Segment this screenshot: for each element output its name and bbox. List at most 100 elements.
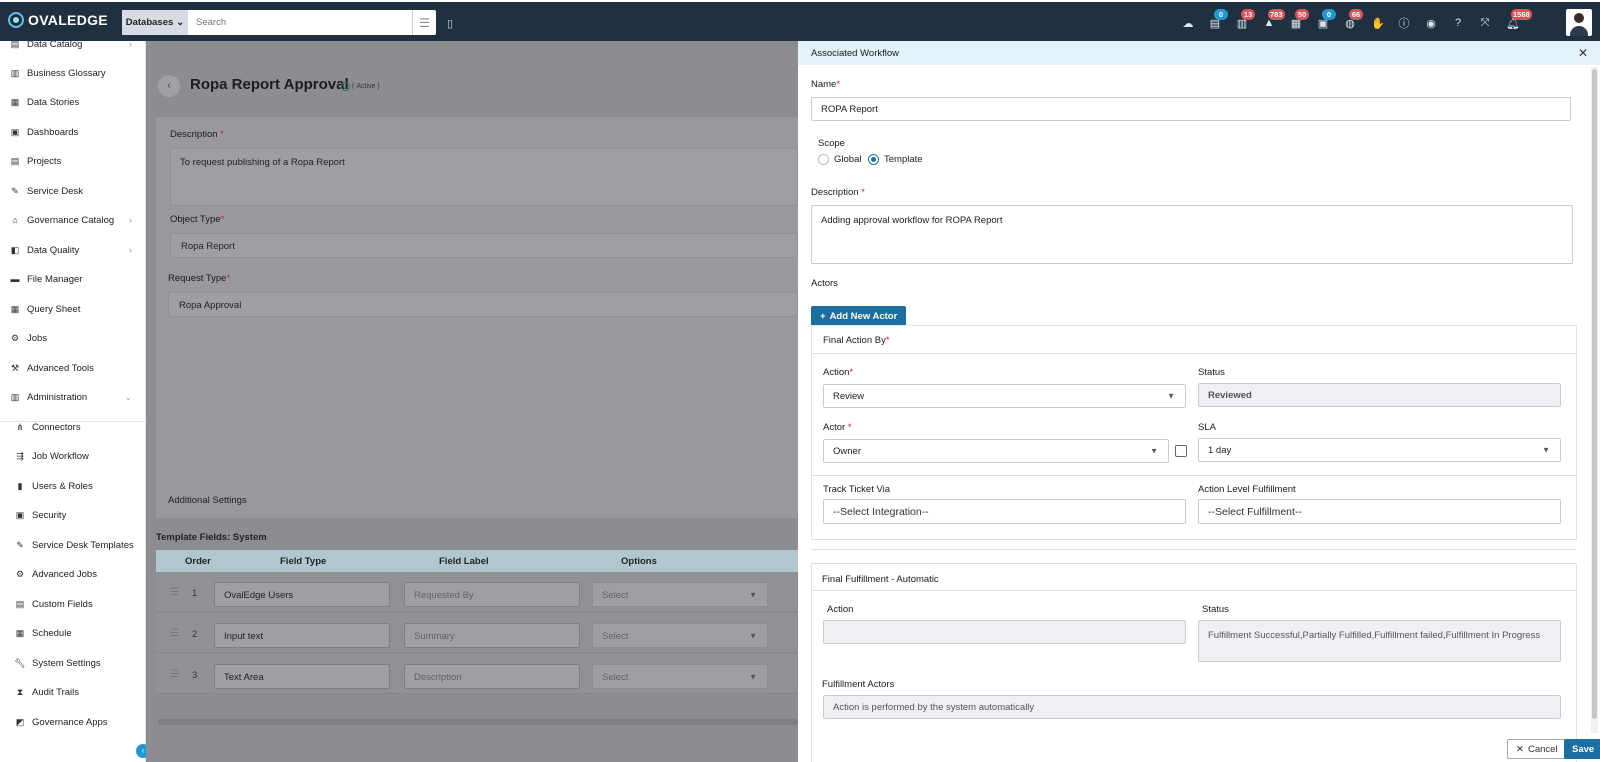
sidebar-item-data-stories[interactable]: ▦ Data Stories bbox=[10, 93, 136, 111]
hand-icon[interactable]: ✋ bbox=[1371, 17, 1385, 30]
drag-handle-icon[interactable]: ☰ bbox=[170, 628, 179, 639]
close-icon: ✕ bbox=[1516, 743, 1524, 755]
field-type-cell[interactable]: Input text bbox=[214, 623, 390, 648]
query-icon: ▦ bbox=[10, 303, 20, 314]
sidebar-item-audit-trails[interactable]: ⧗ Audit Trails bbox=[15, 683, 136, 701]
sidebar-item-jobs[interactable]: ⚙ Jobs bbox=[10, 329, 136, 347]
col-field-type: Field Type bbox=[280, 555, 327, 567]
name-label: Name* bbox=[811, 79, 841, 90]
description-textarea[interactable]: To request publishing of a Ropa Report bbox=[170, 148, 798, 206]
panel-scrollbar[interactable] bbox=[1591, 67, 1598, 733]
calendar-badge: 50 bbox=[1295, 8, 1309, 20]
messages-icon[interactable]: ◍ 66 bbox=[1344, 8, 1363, 30]
main-content: ‹ Ropa Report Approval (Active) Descript… bbox=[146, 41, 798, 762]
table-row[interactable]: ☰ 2 Input text Summary Select ▼ bbox=[156, 613, 798, 653]
field-label-cell[interactable]: Requested By bbox=[404, 582, 580, 607]
tasks-icon[interactable]: ▤ 0 bbox=[1209, 8, 1228, 30]
admin-icon: ▥ bbox=[10, 391, 20, 402]
field-type-cell[interactable]: OvalEdge Users bbox=[214, 582, 390, 607]
sidebar-item-service-desk-templates[interactable]: ✎ Service Desk Templates bbox=[15, 536, 136, 554]
caret-down-icon: ▼ bbox=[749, 590, 757, 599]
name-input[interactable]: ROPA Report bbox=[811, 97, 1571, 121]
sidebar-item-custom-fields[interactable]: ▤ Custom Fields bbox=[15, 595, 136, 613]
app-logo[interactable]: OVALEDGE bbox=[8, 12, 108, 28]
back-arrow-icon[interactable]: ‹ bbox=[158, 75, 180, 97]
field-label-cell[interactable]: Summary bbox=[404, 623, 580, 648]
notification-bell-icon[interactable]: 🔔︎ 1568 bbox=[1506, 8, 1532, 30]
search-menu-icon[interactable]: ☰ bbox=[412, 10, 436, 35]
search-scope-select[interactable]: Databases ⌄ bbox=[122, 10, 188, 35]
table-row[interactable]: ☰ 1 OvalEdge Users Requested By Select ▼ bbox=[156, 572, 798, 612]
options-select[interactable]: Select ▼ bbox=[592, 664, 768, 689]
options-select[interactable]: Select ▼ bbox=[592, 582, 768, 607]
sidebar-item-advanced-tools[interactable]: ⚒ Advanced Tools bbox=[10, 359, 136, 377]
sidebar-item-query-sheet[interactable]: ▦ Query Sheet bbox=[10, 300, 136, 318]
status-dot-icon bbox=[341, 82, 350, 91]
sidebar-item-connectors[interactable]: ⋔ Connectors bbox=[15, 418, 136, 436]
calendar-icon[interactable]: ▦ 50 bbox=[1290, 8, 1309, 30]
chevron-right-icon: › bbox=[129, 215, 132, 225]
sla-select[interactable]: 1 day ▼ bbox=[1198, 438, 1561, 462]
integration-select[interactable]: --Select Integration-- bbox=[823, 499, 1186, 524]
fulfillment-status-label: Status bbox=[1202, 604, 1229, 615]
sidebar-item-job-workflow[interactable]: ⇶ Job Workflow bbox=[15, 447, 136, 465]
upload-icon[interactable]: ☁ bbox=[1182, 17, 1194, 30]
drag-handle-icon[interactable]: ☰ bbox=[170, 587, 179, 598]
sidebar-item-system-settings[interactable]: 🔧︎ System Settings bbox=[14, 654, 136, 672]
sidebar-item-governance-catalog[interactable]: ⌂ Governance Catalog › bbox=[10, 211, 136, 229]
caret-down-icon: ▼ bbox=[749, 672, 757, 681]
add-new-actor-button[interactable]: + Add New Actor bbox=[811, 306, 907, 326]
sidebar-item-projects[interactable]: ▤ Projects bbox=[10, 152, 136, 170]
save-button[interactable]: Save bbox=[1564, 739, 1600, 759]
sidebar-item-administration[interactable]: ▥ Administration ⌄ bbox=[10, 388, 136, 406]
sidebar-item-advanced-jobs[interactable]: ⚙ Advanced Jobs bbox=[15, 565, 136, 583]
bookmark-icon[interactable]: ▯ bbox=[447, 17, 453, 30]
field-type-cell[interactable]: Text Area bbox=[214, 664, 390, 689]
info-icon[interactable]: ⓘ bbox=[1398, 15, 1410, 31]
scope-global-radio[interactable]: Global bbox=[818, 154, 861, 165]
description-textarea[interactable]: Adding approval workflow for ROPA Report bbox=[811, 205, 1573, 264]
close-icon[interactable]: ✕ bbox=[1578, 46, 1588, 60]
actor-checkbox[interactable] bbox=[1175, 445, 1187, 457]
scope-template-radio[interactable]: Template bbox=[868, 154, 923, 165]
horizontal-scrollbar[interactable] bbox=[158, 719, 798, 725]
options-select[interactable]: Select ▼ bbox=[592, 623, 768, 648]
sidebar-item-file-manager[interactable]: ▬ File Manager bbox=[10, 270, 136, 288]
help-icon[interactable]: ? bbox=[1452, 17, 1464, 29]
fulfillment-select[interactable]: --Select Fulfillment-- bbox=[1198, 499, 1561, 524]
catalog-icon: ▤ bbox=[10, 41, 20, 49]
cancel-button[interactable]: ✕ Cancel bbox=[1507, 739, 1567, 759]
additional-settings-toggle[interactable]: Additional Settings bbox=[168, 495, 247, 506]
sidebar-item-schedule[interactable]: ▦ Schedule bbox=[15, 624, 136, 642]
caret-down-icon: ▼ bbox=[1150, 446, 1158, 456]
object-type-field[interactable]: Ropa Report bbox=[170, 233, 798, 258]
requests-icon[interactable]: ▥ 13 bbox=[1236, 8, 1255, 30]
sidebar-item-business-glossary[interactable]: ▥ Business Glossary bbox=[10, 64, 136, 82]
user-avatar[interactable] bbox=[1566, 9, 1592, 36]
top-icons: ☁ ▤ 0 ▥ 13 ▲ 783 ▦ 50 ▣ 0 ◍ 66 ✋ ⓘ ◉ ? ⤧ 🔔︎ 156… bbox=[1182, 8, 1532, 36]
panel-header: Associated Workflow ✕ bbox=[798, 41, 1600, 65]
action-level-fulfillment-label: Action Level Fulfillment bbox=[1198, 484, 1296, 495]
sidebar-item-governance-apps[interactable]: ◩ Governance Apps bbox=[15, 713, 136, 731]
sidebar-item-service-desk[interactable]: ✎ Service Desk bbox=[10, 182, 136, 200]
field-label-cell[interactable]: Description bbox=[404, 664, 580, 689]
lock-icon[interactable]: ▣ 0 bbox=[1317, 8, 1336, 30]
sidebar-item-security[interactable]: ▣ Security bbox=[15, 506, 136, 524]
sidebar-item-dashboards[interactable]: ▣ Dashboards bbox=[10, 123, 136, 141]
action-select[interactable]: Review ▼ bbox=[823, 384, 1186, 408]
sla-label: SLA bbox=[1198, 422, 1216, 433]
drag-handle-icon[interactable]: ☰ bbox=[170, 669, 179, 680]
expand-icon[interactable]: ⤧ bbox=[1479, 17, 1491, 30]
actor-select[interactable]: Owner ▼ bbox=[823, 439, 1169, 463]
table-row[interactable]: ☰ 3 Text Area Description Select ▼ bbox=[156, 654, 798, 694]
alert-icon[interactable]: ▲ 783 bbox=[1263, 9, 1285, 29]
search-input[interactable] bbox=[188, 10, 412, 35]
sidebar-item-data-quality[interactable]: ◧ Data Quality › bbox=[10, 241, 136, 259]
sidebar-item-data-catalog[interactable]: ▤ Data Catalog › bbox=[10, 41, 136, 53]
chrome-icon[interactable]: ◉ bbox=[1425, 17, 1437, 30]
request-type-field[interactable]: Ropa Approval bbox=[168, 292, 798, 317]
sidebar-item-users-roles[interactable]: ▮ Users & Roles bbox=[15, 477, 136, 495]
request-type-label: Request Type* bbox=[168, 273, 231, 284]
template-fields-title: Template Fields: System bbox=[156, 532, 267, 543]
requests-badge: 13 bbox=[1241, 8, 1255, 20]
